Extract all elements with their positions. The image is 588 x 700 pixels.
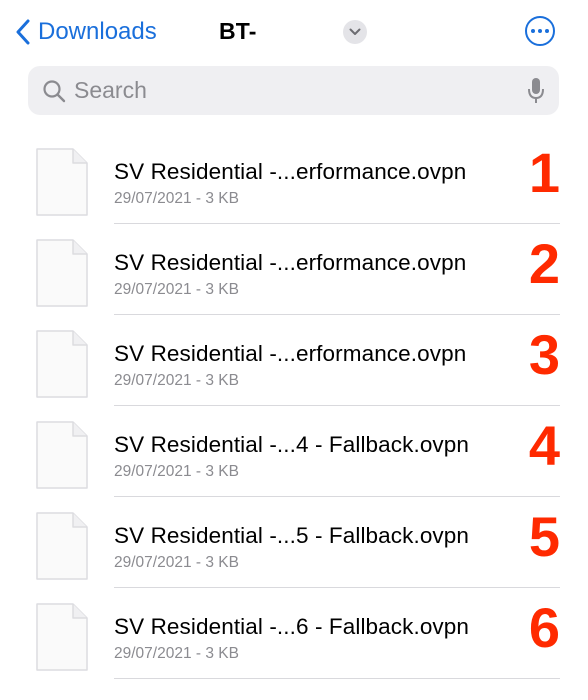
file-list: SV Residential -...erformance.ovpn 29/07/… bbox=[0, 133, 588, 679]
annotation-number: 2 bbox=[528, 232, 560, 295]
file-name: SV Residential -...4 - Fallback.ovpn bbox=[114, 432, 470, 457]
annotation-number: 1 bbox=[528, 141, 560, 204]
file-row[interactable]: SV Residential -...5 - Fallback.ovpn 29/0… bbox=[0, 497, 588, 588]
ellipsis-dot bbox=[538, 29, 542, 33]
document-icon bbox=[36, 421, 88, 489]
document-icon bbox=[36, 603, 88, 671]
document-icon bbox=[36, 239, 88, 307]
annotation-number: 5 bbox=[528, 505, 560, 568]
chevron-left-icon bbox=[16, 19, 30, 45]
search-bar[interactable] bbox=[28, 66, 559, 115]
document-icon bbox=[36, 330, 88, 398]
annotation-number: 6 bbox=[528, 596, 560, 659]
title-menu-button[interactable] bbox=[343, 20, 367, 44]
file-meta: 29/07/2021 - 3 KB bbox=[114, 190, 239, 207]
microphone-icon[interactable] bbox=[527, 77, 545, 105]
file-name: SV Residential -...erformance.ovpn bbox=[114, 159, 467, 184]
file-meta: 29/07/2021 - 3 KB bbox=[114, 281, 239, 298]
document-icon bbox=[36, 512, 88, 580]
file-name: SV Residential -...erformance.ovpn bbox=[114, 341, 467, 366]
annotation-number: 4 bbox=[528, 414, 560, 477]
row-divider bbox=[114, 678, 560, 679]
ellipsis-dot bbox=[545, 29, 549, 33]
file-row[interactable]: SV Residential -...4 - Fallback.ovpn 29/0… bbox=[0, 406, 588, 497]
file-meta: 29/07/2021 - 3 KB bbox=[114, 463, 239, 480]
file-name: SV Residential -...5 - Fallback.ovpn bbox=[114, 523, 470, 548]
document-icon bbox=[36, 148, 88, 216]
annotation-number: 3 bbox=[528, 323, 560, 386]
file-meta: 29/07/2021 - 3 KB bbox=[114, 372, 239, 389]
back-button-label: Downloads bbox=[38, 18, 157, 45]
more-options-button[interactable] bbox=[525, 16, 555, 46]
file-row[interactable]: SV Residential -...erformance.ovpn 29/07/… bbox=[0, 133, 588, 224]
search-icon bbox=[43, 79, 66, 102]
back-button[interactable]: Downloads bbox=[16, 16, 157, 48]
search-input[interactable] bbox=[74, 77, 527, 104]
file-row[interactable]: SV Residential -...erformance.ovpn 29/07/… bbox=[0, 224, 588, 315]
navigation-bar: Downloads BT- bbox=[0, 0, 588, 62]
file-row[interactable]: SV Residential -...erformance.ovpn 29/07/… bbox=[0, 315, 588, 406]
chevron-down-icon bbox=[349, 28, 361, 35]
file-name: SV Residential -...6 - Fallback.ovpn bbox=[114, 614, 470, 639]
file-meta: 29/07/2021 - 3 KB bbox=[114, 554, 239, 571]
file-row[interactable]: SV Residential -...6 - Fallback.ovpn 29/0… bbox=[0, 588, 588, 679]
file-meta: 29/07/2021 - 3 KB bbox=[114, 645, 239, 662]
page-title[interactable]: BT- bbox=[219, 18, 257, 45]
ellipsis-icon bbox=[531, 29, 535, 33]
file-name: SV Residential -...erformance.ovpn bbox=[114, 250, 467, 275]
